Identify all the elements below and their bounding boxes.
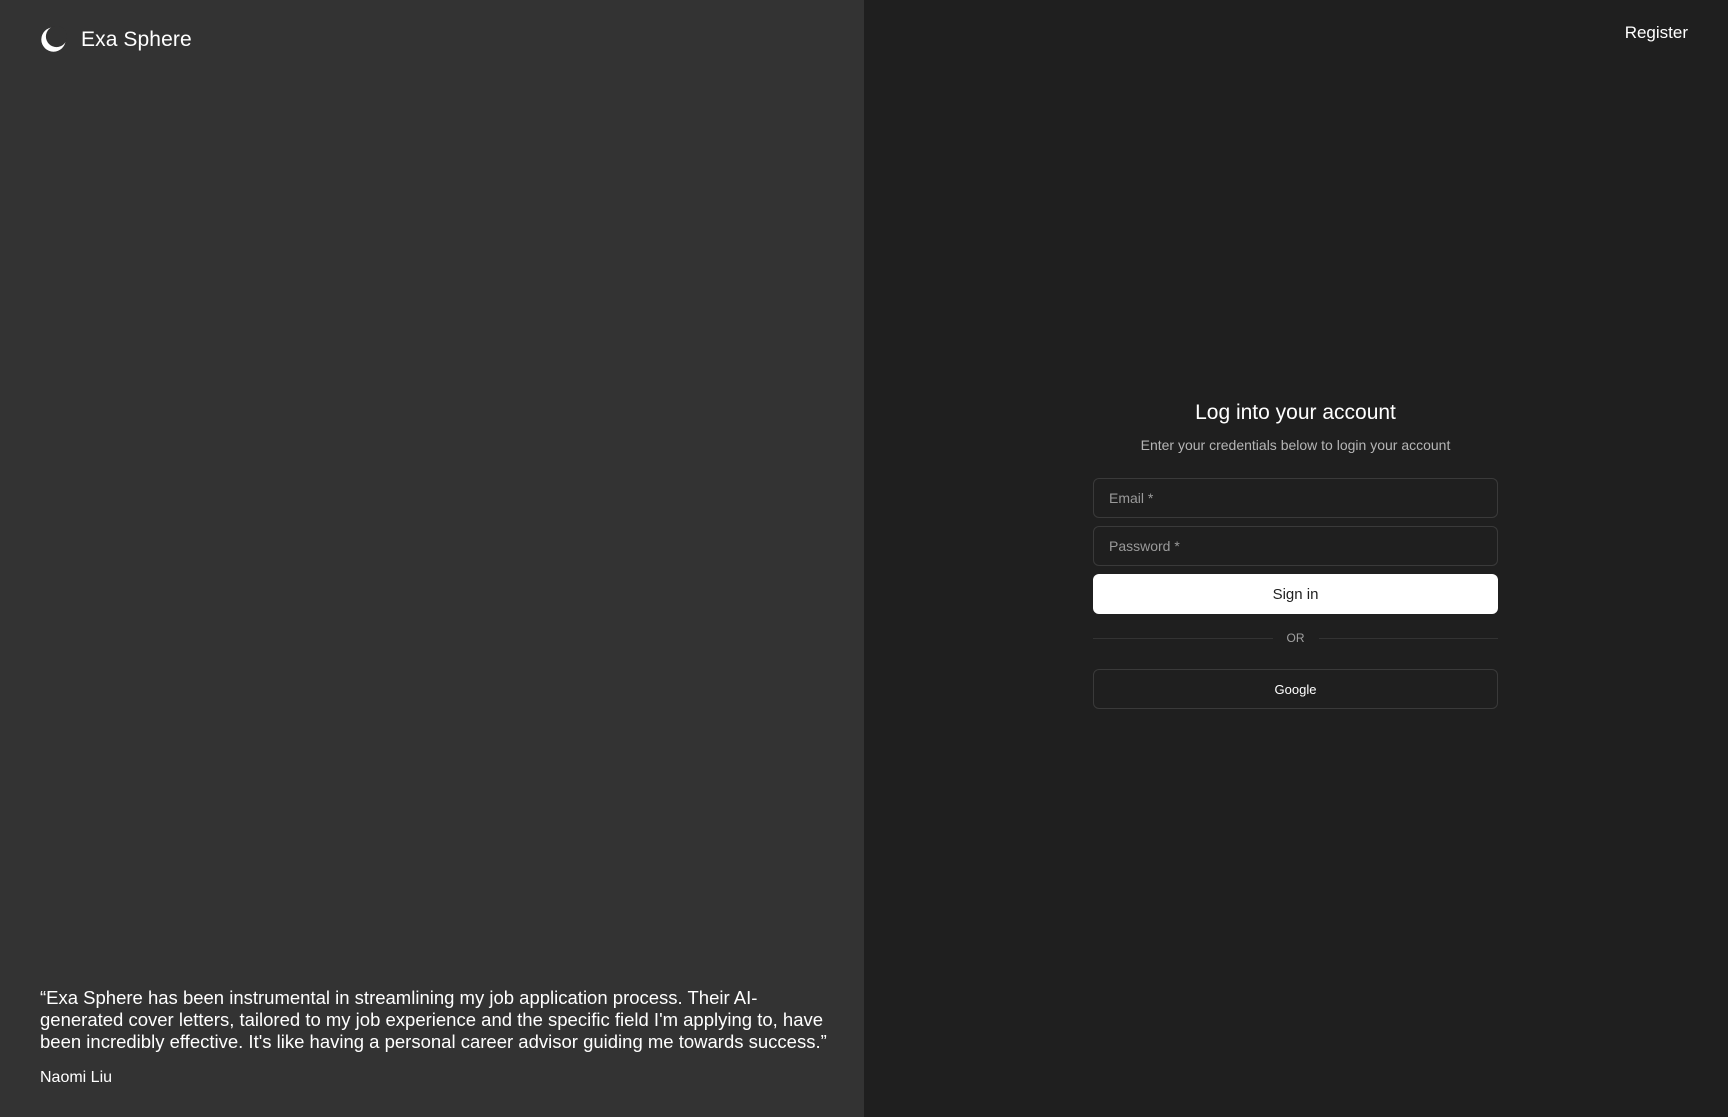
divider-line-left — [1093, 637, 1273, 639]
brand[interactable]: Exa Sphere — [40, 26, 192, 53]
testimonial: “Exa Sphere has been instrumental in str… — [40, 987, 840, 1087]
login-page: Exa Sphere “Exa Sphere has been instrume… — [0, 0, 1728, 1117]
divider-label: OR — [1286, 631, 1305, 645]
sign-in-button[interactable]: Sign in — [1093, 574, 1498, 614]
or-divider: OR — [1093, 630, 1498, 646]
brand-panel: Exa Sphere “Exa Sphere has been instrume… — [0, 0, 864, 1117]
testimonial-quote: “Exa Sphere has been instrumental in str… — [40, 987, 827, 1052]
login-subtitle: Enter your credentials below to login yo… — [1140, 437, 1451, 453]
auth-panel: Register Log into your account Enter you… — [864, 0, 1728, 1117]
password-field[interactable] — [1093, 526, 1498, 566]
brand-name: Exa Sphere — [81, 27, 192, 51]
google-sign-in-button[interactable]: Google — [1093, 669, 1498, 709]
crescent-moon-icon — [41, 26, 67, 52]
login-title: Log into your account — [1195, 401, 1396, 424]
testimonial-author: Naomi Liu — [40, 1069, 113, 1086]
register-link[interactable]: Register — [1625, 23, 1688, 43]
email-field[interactable] — [1093, 478, 1498, 518]
divider-line-right — [1318, 637, 1498, 639]
login-form: Log into your account Enter your credent… — [1093, 400, 1498, 709]
